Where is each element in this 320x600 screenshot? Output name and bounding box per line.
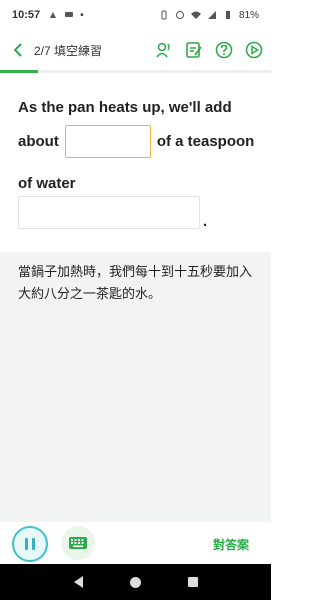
sentence-end-punct: . bbox=[203, 213, 208, 230]
text-after-blank: of a teaspoon bbox=[156, 133, 255, 150]
translation-panel: 當鍋子加熱時，我們每十到十五秒要加入大約八分之一茶匙的水。 bbox=[0, 252, 271, 522]
sentence-line-4: . bbox=[18, 196, 207, 229]
answer-blank-1[interactable] bbox=[64, 125, 151, 158]
more-dots-icon: • bbox=[80, 9, 84, 21]
notification-icon bbox=[50, 12, 57, 18]
keyboard-button[interactable] bbox=[61, 526, 95, 560]
check-answer-button[interactable]: 對答案 bbox=[213, 536, 249, 553]
lesson-header: 2/7 填空練習 bbox=[0, 30, 271, 70]
keyboard-icon bbox=[69, 537, 87, 549]
text-before-blank: about bbox=[18, 133, 59, 150]
nav-recents-icon[interactable] bbox=[187, 577, 198, 587]
vibrate-icon bbox=[161, 10, 167, 20]
translation-text: 當鍋子加熱時，我們每十到十五秒要加入大約八分之一茶匙的水。 bbox=[18, 265, 253, 302]
alarm-icon bbox=[175, 11, 184, 19]
sentence-line-1: As the pan heats up, we'll add bbox=[18, 99, 232, 116]
back-button[interactable] bbox=[8, 40, 28, 60]
status-bar: 10:57 • 81% bbox=[0, 0, 271, 30]
bottom-controls: 對答案 bbox=[0, 522, 271, 564]
battery-icon bbox=[225, 11, 230, 19]
speak-button[interactable] bbox=[155, 41, 173, 59]
chat-icon bbox=[65, 12, 74, 17]
pause-icon bbox=[25, 538, 35, 550]
sentence-line-2: about of a teaspoon bbox=[18, 125, 254, 158]
sentence-line-3: of water bbox=[18, 175, 76, 192]
help-button[interactable] bbox=[215, 41, 233, 59]
question-circle-icon bbox=[215, 41, 233, 59]
play-circle-icon bbox=[245, 41, 263, 59]
lesson-progress-fill bbox=[0, 70, 38, 73]
progress-label: 2/7 填空練習 bbox=[34, 43, 103, 58]
answer-blank-2[interactable] bbox=[18, 196, 200, 229]
pause-button[interactable] bbox=[12, 526, 48, 562]
person-speak-icon bbox=[156, 42, 170, 58]
edit-note-icon bbox=[186, 42, 202, 58]
nav-home-icon[interactable] bbox=[129, 576, 141, 588]
lesson-progress-bar bbox=[0, 70, 271, 73]
nav-back-icon[interactable] bbox=[73, 576, 83, 588]
wifi-icon bbox=[190, 11, 201, 19]
play-button[interactable] bbox=[245, 41, 263, 59]
chevron-left-icon bbox=[13, 43, 22, 57]
battery-level: 81% bbox=[238, 9, 259, 21]
signal-icon bbox=[207, 11, 216, 19]
system-nav-bar bbox=[0, 564, 271, 600]
notes-button[interactable] bbox=[185, 41, 203, 59]
status-time: 10:57 bbox=[12, 9, 41, 21]
